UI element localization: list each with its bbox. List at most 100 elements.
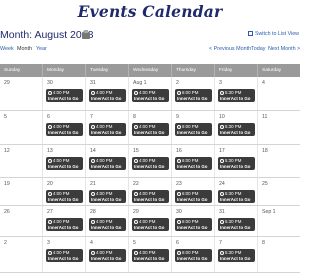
day-number: 11 <box>262 114 268 120</box>
view-week-link[interactable]: Week <box>0 46 14 52</box>
day-cell[interactable]: 19 <box>0 178 42 205</box>
day-cell[interactable]: 30 6:00 PM InnerAct to Go <box>171 206 214 236</box>
event-chip[interactable]: 4:00 PM InnerAct to Go <box>46 218 83 231</box>
day-number: 6 <box>47 114 50 120</box>
event-chip[interactable]: 4:00 PM InnerAct to Go <box>46 123 83 136</box>
day-cell[interactable]: 25 <box>257 178 300 205</box>
day-cell[interactable]: 22 4:00 PM InnerAct to Go <box>128 178 171 205</box>
previous-month-link[interactable]: < Previous Month <box>209 46 251 52</box>
day-cell[interactable]: 6 4:00 PM InnerAct to Go <box>42 111 85 144</box>
event-chip[interactable]: 6:00 PM InnerAct to Go <box>175 89 212 102</box>
event-chip[interactable]: 4:00 PM InnerAct to Go <box>46 249 83 262</box>
event-chip[interactable]: 5:30 PM InnerAct to Go <box>218 190 255 203</box>
day-number: 19 <box>4 181 10 187</box>
day-cell[interactable]: 2 6:00 PM InnerAct to Go <box>171 77 214 110</box>
event-chip[interactable]: 4:00 PM InnerAct to Go <box>46 190 83 203</box>
event-title: InnerAct to Go <box>177 255 208 261</box>
event-chip[interactable]: 5:30 PM InnerAct to Go <box>218 157 255 170</box>
event-chip[interactable]: 6:00 PM InnerAct to Go <box>175 249 212 262</box>
day-cell[interactable]: 23 6:00 PM InnerAct to Go <box>171 178 214 205</box>
event-chip[interactable]: 4:00 PM InnerAct to Go <box>132 190 169 203</box>
day-cell[interactable]: 2 <box>0 237 42 272</box>
event-chip[interactable]: 5:30 PM InnerAct to Go <box>218 123 255 136</box>
list-toggle-label: Switch to List View <box>254 31 299 37</box>
switch-to-list-view-link[interactable]: Switch to List View <box>247 31 299 37</box>
event-time-label: 4:00 PM <box>53 191 70 196</box>
day-cell[interactable]: 7 5:30 PM InnerAct to Go <box>214 237 257 272</box>
day-cell[interactable]: 28 4:00 PM InnerAct to Go <box>85 206 128 236</box>
day-cell[interactable]: 3 4:00 PM InnerAct to Go <box>42 237 85 272</box>
day-number: 25 <box>262 181 268 187</box>
view-year-link[interactable]: Year <box>36 46 47 52</box>
print-icon[interactable] <box>82 30 90 39</box>
event-chip[interactable]: 4:00 PM InnerAct to Go <box>89 218 126 231</box>
event-chip[interactable]: 6:00 PM InnerAct to Go <box>175 157 212 170</box>
event-chip[interactable]: 4:00 PM InnerAct to Go <box>46 157 83 170</box>
event-chip[interactable]: 4:00 PM InnerAct to Go <box>89 249 126 262</box>
event-chip[interactable]: 4:00 PM InnerAct to Go <box>132 123 169 136</box>
day-cell[interactable]: 3 5:30 PM InnerAct to Go <box>214 77 257 110</box>
clock-icon <box>134 219 138 224</box>
day-cell[interactable]: 15 4:00 PM InnerAct to Go <box>128 145 171 177</box>
event-chip[interactable]: 4:00 PM InnerAct to Go <box>89 157 126 170</box>
event-chip[interactable]: 4:00 PM InnerAct to Go <box>132 218 169 231</box>
day-cell[interactable]: 8 <box>257 237 300 272</box>
event-chip[interactable]: 6:00 PM InnerAct to Go <box>175 190 212 203</box>
event-title: InnerAct to Go <box>48 224 79 230</box>
event-time-label: 4:00 PM <box>53 90 70 95</box>
day-cell[interactable]: 4 <box>257 77 300 110</box>
event-chip[interactable]: 4:00 PM InnerAct to Go <box>89 190 126 203</box>
event-chip[interactable]: 4:00 PM InnerAct to Go <box>132 249 169 262</box>
day-cell[interactable]: 21 4:00 PM InnerAct to Go <box>85 178 128 205</box>
event-chip[interactable]: 4:00 PM InnerAct to Go <box>89 123 126 136</box>
day-cell[interactable]: 30 4:00 PM InnerAct to Go <box>42 77 85 110</box>
clock-icon <box>91 191 95 196</box>
day-cell[interactable]: 8 4:00 PM InnerAct to Go <box>128 111 171 144</box>
calendar-week: 5 6 4:00 PM InnerAct to Go 7 4:00 PM InnerAct … <box>0 111 300 145</box>
event-chip[interactable]: 4:00 PM InnerAct to Go <box>46 89 83 102</box>
day-cell[interactable]: 5 <box>0 111 42 144</box>
event-chip[interactable]: 5:30 PM InnerAct to Go <box>218 249 255 262</box>
clock-icon <box>177 191 181 196</box>
day-cell[interactable]: 13 4:00 PM InnerAct to Go <box>42 145 85 177</box>
day-cell[interactable]: 29 4:00 PM InnerAct to Go <box>128 206 171 236</box>
clock-icon <box>134 124 138 129</box>
day-cell[interactable]: 31 5:30 PM InnerAct to Go <box>214 206 257 236</box>
today-link[interactable]: Today <box>251 46 265 52</box>
day-cell[interactable]: 17 5:30 PM InnerAct to Go <box>214 145 257 177</box>
event-chip[interactable]: 5:30 PM InnerAct to Go <box>218 89 255 102</box>
day-cell[interactable]: 18 <box>257 145 300 177</box>
event-chip[interactable]: 6:00 PM InnerAct to Go <box>175 218 212 231</box>
event-chip[interactable]: 4:00 PM InnerAct to Go <box>89 89 126 102</box>
view-month-link[interactable]: Month <box>17 46 32 52</box>
day-cell[interactable]: 5 4:00 PM InnerAct to Go <box>128 237 171 272</box>
weekday-thursday: Thursday <box>171 64 214 77</box>
day-cell[interactable]: 29 <box>0 77 42 110</box>
day-cell[interactable]: 6 6:00 PM InnerAct to Go <box>171 237 214 272</box>
day-cell[interactable]: 12 <box>0 145 42 177</box>
event-chip[interactable]: 4:00 PM InnerAct to Go <box>132 89 169 102</box>
day-cell[interactable]: 14 4:00 PM InnerAct to Go <box>85 145 128 177</box>
day-cell[interactable]: 11 <box>257 111 300 144</box>
day-cell[interactable]: 7 4:00 PM InnerAct to Go <box>85 111 128 144</box>
day-cell[interactable]: Sep 1 <box>257 206 300 236</box>
event-time-label: 4:00 PM <box>139 219 156 224</box>
day-cell[interactable]: 31 4:00 PM InnerAct to Go <box>85 77 128 110</box>
day-cell[interactable]: 26 <box>0 206 42 236</box>
event-chip[interactable]: 4:00 PM InnerAct to Go <box>132 157 169 170</box>
event-chip[interactable]: 5:30 PM InnerAct to Go <box>218 218 255 231</box>
day-cell[interactable]: 10 5:30 PM InnerAct to Go <box>214 111 257 144</box>
day-number: 14 <box>90 148 96 154</box>
next-month-link[interactable]: Next Month > <box>268 46 300 52</box>
day-cell[interactable]: 24 5:30 PM InnerAct to Go <box>214 178 257 205</box>
day-number: 8 <box>133 114 136 120</box>
day-cell[interactable]: 27 4:00 PM InnerAct to Go <box>42 206 85 236</box>
day-cell[interactable]: 20 4:00 PM InnerAct to Go <box>42 178 85 205</box>
event-chip[interactable]: 6:00 PM InnerAct to Go <box>175 123 212 136</box>
event-title: InnerAct to Go <box>91 163 122 169</box>
day-cell[interactable]: 9 6:00 PM InnerAct to Go <box>171 111 214 144</box>
day-cell[interactable]: Aug 1 4:00 PM InnerAct to Go <box>128 77 171 110</box>
weekday-tuesday: Tuesday <box>85 64 128 77</box>
day-cell[interactable]: 4 4:00 PM InnerAct to Go <box>85 237 128 272</box>
day-cell[interactable]: 16 6:00 PM InnerAct to Go <box>171 145 214 177</box>
